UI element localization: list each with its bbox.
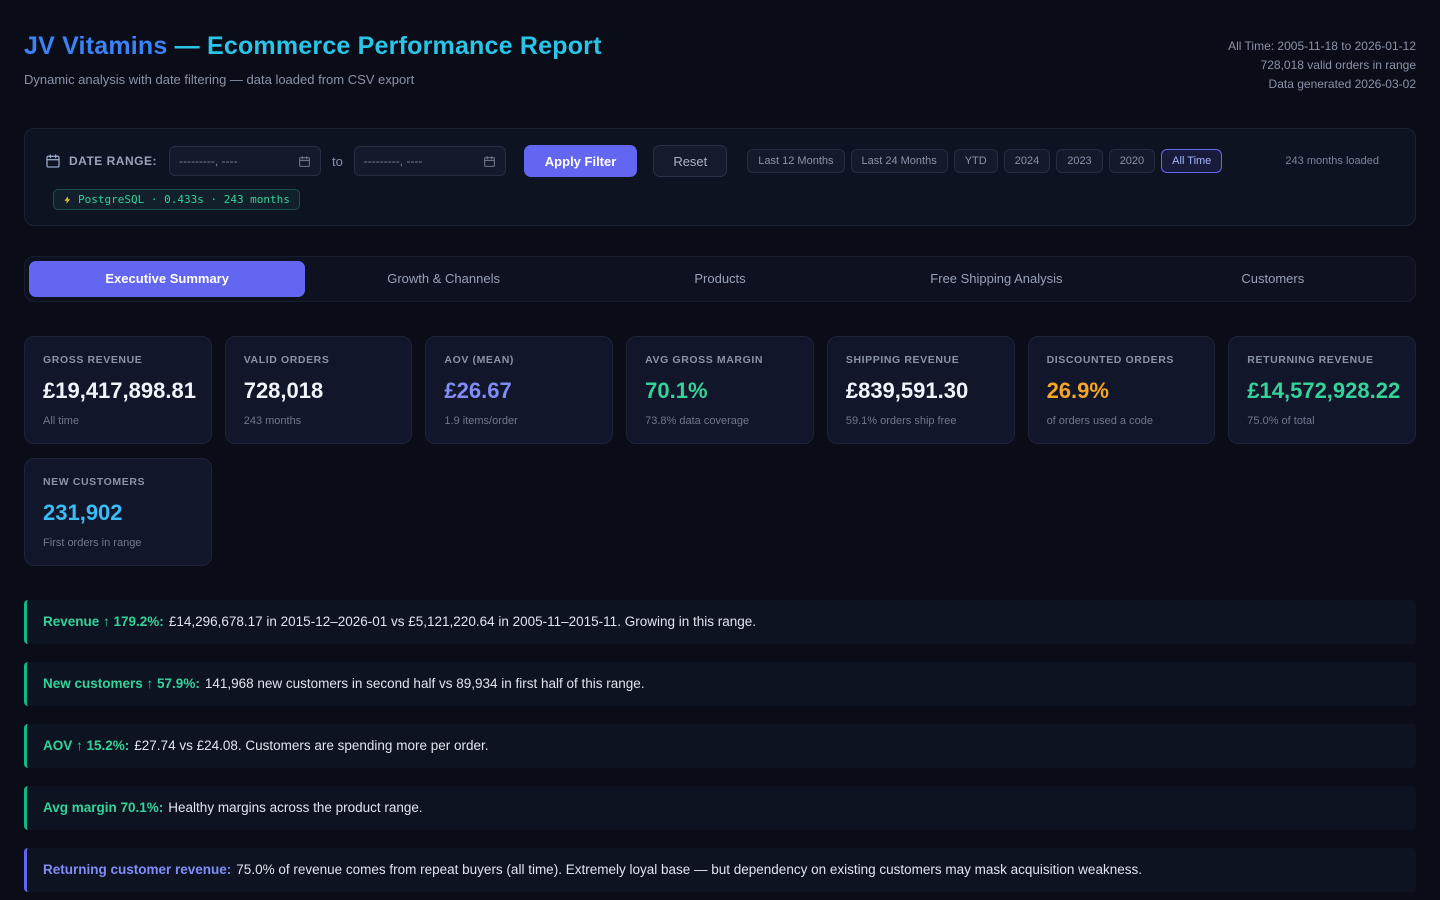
report-name: — Ecommerce Performance Report bbox=[175, 32, 602, 60]
kpi-sublabel: 75.0% of total bbox=[1247, 415, 1397, 427]
dashboard-page: JV Vitamins — Ecommerce Performance Repo… bbox=[0, 0, 1440, 900]
insight-aov-growth: AOV ↑ 15.2%: £27.74 vs £24.08. Customers … bbox=[24, 724, 1416, 768]
tab-free-shipping-analysis[interactable]: Free Shipping Analysis bbox=[858, 261, 1134, 297]
title-block: JV Vitamins — Ecommerce Performance Repo… bbox=[24, 32, 602, 87]
calendar-icon[interactable] bbox=[298, 155, 311, 168]
page-subtitle: Dynamic analysis with date filtering — d… bbox=[24, 72, 602, 87]
kpi-card-shipping-revenue: SHIPPING REVENUE £839,591.30 59.1% order… bbox=[827, 336, 1015, 444]
insight-new-customers: New customers ↑ 57.9%: 141,968 new custom… bbox=[24, 662, 1416, 706]
page-title: JV Vitamins — Ecommerce Performance Repo… bbox=[24, 32, 602, 61]
insight-returning-customer-revenue: Returning customer revenue: 75.0% of reve… bbox=[24, 848, 1416, 892]
kpi-card-new-customers: NEW CUSTOMERS 231,902 First orders in ra… bbox=[24, 458, 212, 566]
kpi-value: 231,902 bbox=[43, 500, 193, 526]
kpi-label: VALID ORDERS bbox=[244, 354, 394, 366]
db-badge-text: PostgreSQL · 0.433s · 243 months bbox=[78, 193, 290, 206]
kpi-sublabel: 73.8% data coverage bbox=[645, 415, 795, 427]
kpi-value: £19,417,898.81 bbox=[43, 378, 193, 404]
filter-panel: DATE RANGE: ---------, ---- to ---------… bbox=[24, 128, 1416, 226]
chip-all-time[interactable]: All Time bbox=[1161, 149, 1222, 173]
kpi-value: £839,591.30 bbox=[846, 378, 996, 404]
tab-products[interactable]: Products bbox=[582, 261, 858, 297]
kpi-card-valid-orders: VALID ORDERS 728,018 243 months bbox=[225, 336, 413, 444]
kpi-sublabel: First orders in range bbox=[43, 537, 193, 549]
kpi-sublabel: 59.1% orders ship free bbox=[846, 415, 996, 427]
kpi-sublabel: All time bbox=[43, 415, 193, 427]
kpi-grid: GROSS REVENUE £19,417,898.81 All time VA… bbox=[24, 336, 1416, 566]
insight-prefix: Returning customer revenue: bbox=[43, 862, 231, 877]
insight-prefix: AOV ↑ 15.2%: bbox=[43, 738, 129, 753]
date-range-label: DATE RANGE: bbox=[69, 154, 157, 168]
lightning-bolt-icon bbox=[63, 194, 72, 206]
date-to-placeholder: ---------, ---- bbox=[364, 154, 423, 168]
chip-last-24-months[interactable]: Last 24 Months bbox=[851, 149, 948, 173]
tab-bar: Executive Summary Growth & Channels Prod… bbox=[24, 256, 1416, 302]
kpi-value: 728,018 bbox=[244, 378, 394, 404]
insight-text: 75.0% of revenue comes from repeat buyer… bbox=[236, 862, 1142, 877]
kpi-sublabel: 1.9 items/order bbox=[444, 415, 594, 427]
chip-2020[interactable]: 2020 bbox=[1109, 149, 1155, 173]
insight-prefix: Revenue ↑ 179.2%: bbox=[43, 614, 164, 629]
date-from-input[interactable]: ---------, ---- bbox=[169, 146, 321, 176]
kpi-sublabel: of orders used a code bbox=[1047, 415, 1197, 427]
kpi-label: NEW CUSTOMERS bbox=[43, 476, 193, 488]
kpi-value: £14,572,928.22 bbox=[1247, 378, 1397, 404]
insight-prefix: New customers ↑ 57.9%: bbox=[43, 676, 200, 691]
header: JV Vitamins — Ecommerce Performance Repo… bbox=[24, 0, 1416, 94]
filter-row: DATE RANGE: ---------, ---- to ---------… bbox=[45, 145, 1395, 177]
tab-executive-summary[interactable]: Executive Summary bbox=[29, 261, 305, 297]
tab-customers[interactable]: Customers bbox=[1135, 261, 1411, 297]
to-label: to bbox=[332, 154, 343, 169]
meta-generated-date: Data generated 2026-03-02 bbox=[1228, 75, 1416, 94]
db-status-badge: PostgreSQL · 0.433s · 243 months bbox=[53, 189, 300, 210]
calendar-icon bbox=[45, 153, 61, 169]
kpi-label: AVG GROSS MARGIN bbox=[645, 354, 795, 366]
insight-revenue-growth: Revenue ↑ 179.2%: £14,296,678.17 in 2015-… bbox=[24, 600, 1416, 644]
months-loaded-text: 243 months loaded bbox=[1285, 155, 1395, 167]
kpi-label: RETURNING REVENUE bbox=[1247, 354, 1397, 366]
insight-text: Healthy margins across the product range… bbox=[168, 800, 422, 815]
chip-2024[interactable]: 2024 bbox=[1004, 149, 1050, 173]
reset-button[interactable]: Reset bbox=[653, 145, 727, 177]
quick-filter-chips: Last 12 Months Last 24 Months YTD 2024 2… bbox=[747, 149, 1222, 173]
chip-ytd[interactable]: YTD bbox=[954, 149, 998, 173]
kpi-sublabel: 243 months bbox=[244, 415, 394, 427]
kpi-value: 70.1% bbox=[645, 378, 795, 404]
header-meta: All Time: 2005-11-18 to 2026-01-12 728,0… bbox=[1228, 32, 1416, 94]
kpi-value: £26.67 bbox=[444, 378, 594, 404]
date-to-input[interactable]: ---------, ---- bbox=[354, 146, 506, 176]
kpi-label: SHIPPING REVENUE bbox=[846, 354, 996, 366]
kpi-card-returning-revenue: RETURNING REVENUE £14,572,928.22 75.0% o… bbox=[1228, 336, 1416, 444]
insight-text: 141,968 new customers in second half vs … bbox=[205, 676, 645, 691]
kpi-value: 26.9% bbox=[1047, 378, 1197, 404]
kpi-card-discounted-orders: DISCOUNTED ORDERS 26.9% of orders used a… bbox=[1028, 336, 1216, 444]
apply-filter-button[interactable]: Apply Filter bbox=[524, 145, 638, 177]
kpi-label: AOV (MEAN) bbox=[444, 354, 594, 366]
kpi-card-avg-gross-margin: AVG GROSS MARGIN 70.1% 73.8% data covera… bbox=[626, 336, 814, 444]
meta-valid-orders: 728,018 valid orders in range bbox=[1228, 56, 1416, 75]
kpi-label: GROSS REVENUE bbox=[43, 354, 193, 366]
chip-last-12-months[interactable]: Last 12 Months bbox=[747, 149, 844, 173]
insight-avg-margin: Avg margin 70.1%: Healthy margins across … bbox=[24, 786, 1416, 830]
brand-name: JV Vitamins bbox=[24, 32, 167, 60]
meta-all-time-range: All Time: 2005-11-18 to 2026-01-12 bbox=[1228, 37, 1416, 56]
kpi-card-gross-revenue: GROSS REVENUE £19,417,898.81 All time bbox=[24, 336, 212, 444]
insight-text: £27.74 vs £24.08. Customers are spending… bbox=[134, 738, 488, 753]
tab-growth-channels[interactable]: Growth & Channels bbox=[305, 261, 581, 297]
chip-2023[interactable]: 2023 bbox=[1056, 149, 1102, 173]
insight-text: £14,296,678.17 in 2015-12–2026-01 vs £5,… bbox=[169, 614, 756, 629]
kpi-card-aov-mean: AOV (MEAN) £26.67 1.9 items/order bbox=[425, 336, 613, 444]
date-from-placeholder: ---------, ---- bbox=[179, 154, 238, 168]
calendar-icon[interactable] bbox=[483, 155, 496, 168]
insights-list: Revenue ↑ 179.2%: £14,296,678.17 in 2015-… bbox=[24, 600, 1416, 892]
insight-prefix: Avg margin 70.1%: bbox=[43, 800, 163, 815]
kpi-label: DISCOUNTED ORDERS bbox=[1047, 354, 1197, 366]
